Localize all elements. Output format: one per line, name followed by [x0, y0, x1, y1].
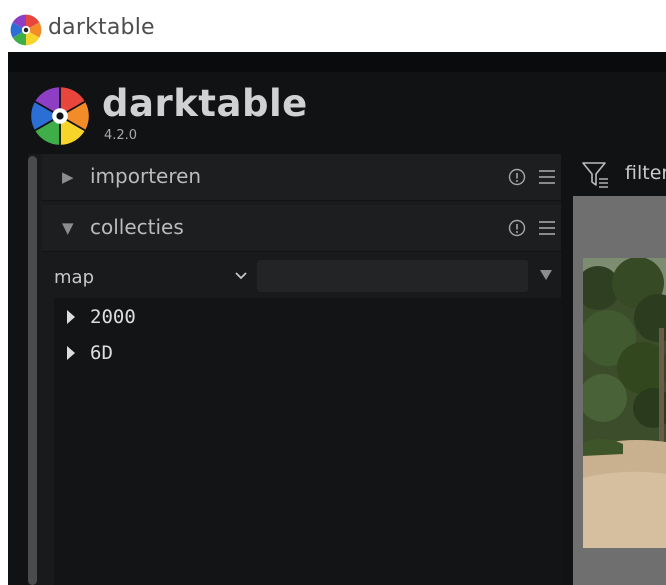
window-title: darktable	[48, 15, 155, 40]
module-collections-label: collecties	[90, 215, 184, 239]
lighttable-area	[573, 196, 666, 585]
darktable-logo-icon	[10, 14, 42, 46]
left-panel-scrollbar[interactable]	[28, 156, 37, 585]
tree-item[interactable]: 2000	[54, 302, 454, 332]
info-icon[interactable]	[508, 168, 526, 186]
dropdown-triangle-icon[interactable]	[539, 269, 553, 281]
top-panel-strip	[8, 52, 666, 72]
darktable-aperture-logo-icon	[31, 87, 89, 145]
module-import-header[interactable]: ▶ importeren	[42, 154, 561, 201]
tree-item-label: 2000	[90, 306, 136, 328]
collections-panel: map 2000 6D	[42, 252, 561, 585]
module-collections-header[interactable]: ▼ collecties	[42, 205, 561, 252]
hamburger-menu-icon[interactable]	[538, 169, 556, 185]
image-thumbnail[interactable]	[583, 258, 666, 548]
darktable-window: darktable 4.2.0 ▶ importeren ▼ collectie…	[8, 52, 666, 585]
info-icon[interactable]	[508, 219, 526, 237]
hamburger-menu-icon[interactable]	[538, 220, 556, 236]
filter-toolbar: filter	[573, 152, 666, 196]
filter-icon[interactable]	[581, 160, 609, 190]
collection-tree: 2000 6D	[54, 298, 561, 585]
chevron-down-icon	[235, 272, 247, 280]
app-version: 4.2.0	[104, 128, 138, 143]
expand-triangle-icon: ▶	[62, 168, 74, 186]
tree-item[interactable]: 6D	[54, 338, 454, 368]
os-title-bar: darktable	[0, 0, 666, 52]
filter-label[interactable]: filter	[625, 162, 666, 184]
app-name: darktable	[102, 82, 308, 125]
collapse-triangle-icon: ▼	[62, 219, 74, 237]
module-import-label: importeren	[90, 164, 202, 188]
triangle-right-icon[interactable]	[66, 345, 76, 361]
triangle-right-icon[interactable]	[66, 309, 76, 325]
collection-property-value: map	[54, 267, 94, 288]
collection-search-input[interactable]	[257, 260, 528, 292]
collection-property-combobox[interactable]: map	[54, 264, 249, 292]
thumbnail-photo	[583, 258, 666, 548]
tree-item-label: 6D	[90, 342, 113, 364]
